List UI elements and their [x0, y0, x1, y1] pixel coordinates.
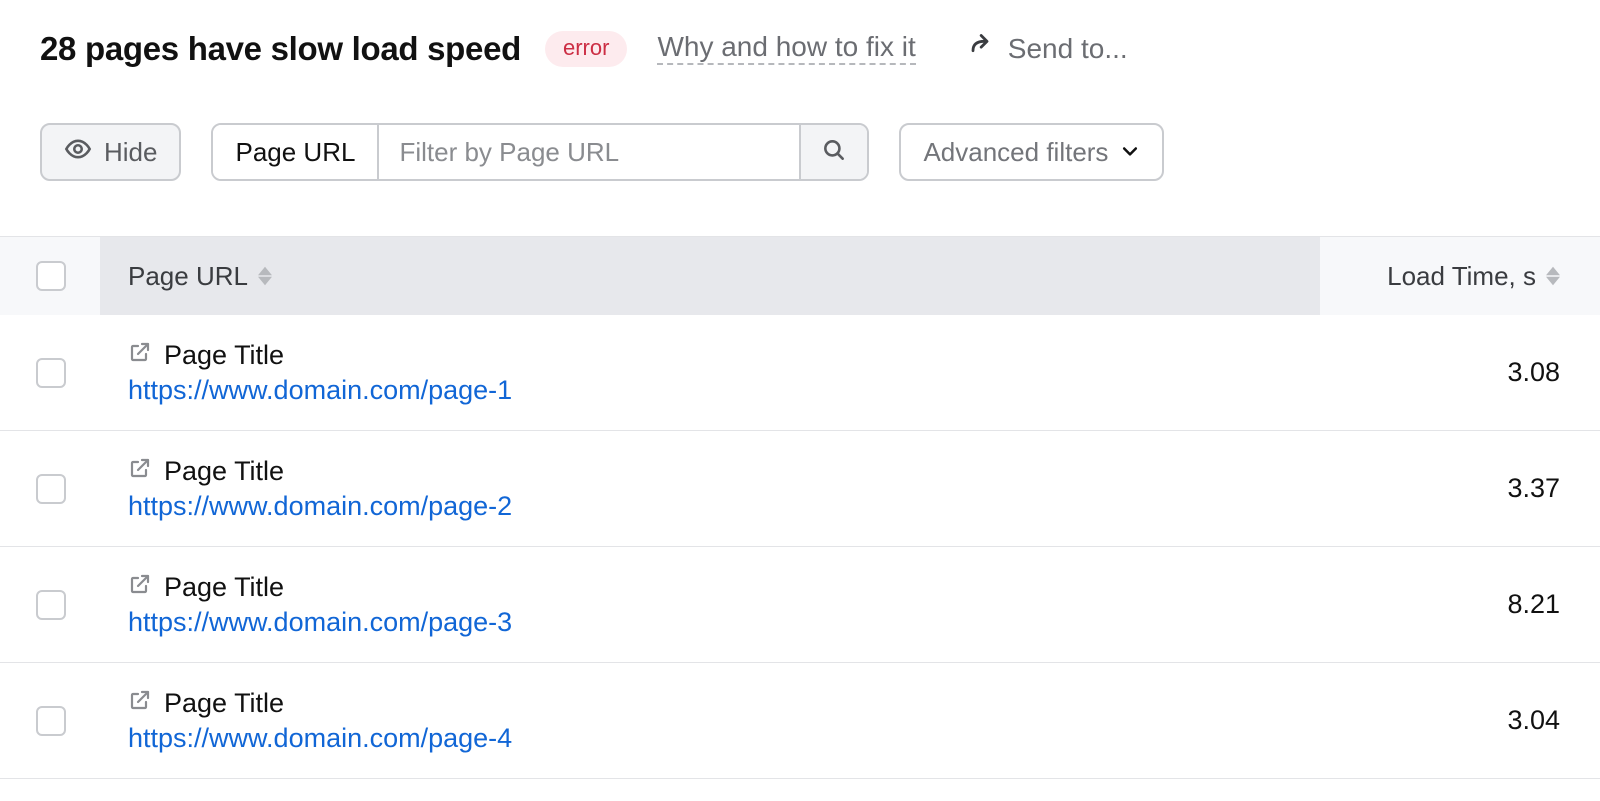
table-row: Page Title https://www.domain.com/page-38… [0, 547, 1600, 663]
results-table: Page URL Load Time, s Page Title https://… [0, 236, 1600, 779]
row-load-time: 3.37 [1320, 431, 1600, 546]
table-row: Page Title https://www.domain.com/page-43… [0, 663, 1600, 779]
external-link-icon[interactable] [128, 572, 152, 603]
advanced-filters-button[interactable]: Advanced filters [899, 123, 1164, 181]
row-load-time: 3.04 [1320, 663, 1600, 778]
external-link-icon[interactable] [128, 340, 152, 371]
eye-icon [64, 135, 92, 170]
url-filter-search-button[interactable] [799, 125, 867, 179]
column-header-url[interactable]: Page URL [100, 237, 1320, 315]
sort-icon [258, 266, 272, 286]
table-row: Page Title https://www.domain.com/page-23… [0, 431, 1600, 547]
table-row: Page Title https://www.domain.com/page-13… [0, 315, 1600, 431]
page-title: 28 pages have slow load speed [40, 30, 521, 68]
row-page-title: Page Title [164, 340, 284, 371]
column-header-url-label: Page URL [128, 261, 248, 292]
share-arrow-icon [966, 32, 994, 67]
chevron-down-icon [1120, 137, 1140, 168]
row-checkbox[interactable] [36, 590, 66, 620]
hide-button[interactable]: Hide [40, 123, 181, 181]
external-link-icon[interactable] [128, 688, 152, 719]
select-all-checkbox[interactable] [36, 261, 66, 291]
row-load-time: 8.21 [1320, 547, 1600, 662]
row-page-title: Page Title [164, 688, 284, 719]
row-page-url[interactable]: https://www.domain.com/page-2 [128, 491, 1320, 522]
row-checkbox[interactable] [36, 706, 66, 736]
help-link[interactable]: Why and how to fix it [657, 33, 915, 65]
row-checkbox[interactable] [36, 474, 66, 504]
advanced-filters-label: Advanced filters [923, 137, 1108, 168]
search-icon [821, 137, 847, 168]
row-load-time: 3.08 [1320, 315, 1600, 430]
url-filter-input[interactable] [379, 125, 799, 179]
error-badge: error [545, 31, 627, 67]
external-link-icon[interactable] [128, 456, 152, 487]
sort-icon [1546, 266, 1560, 286]
table-header: Page URL Load Time, s [0, 237, 1600, 315]
url-filter-group: Page URL [211, 123, 869, 181]
row-page-url[interactable]: https://www.domain.com/page-1 [128, 375, 1320, 406]
row-checkbox[interactable] [36, 358, 66, 388]
row-page-url[interactable]: https://www.domain.com/page-3 [128, 607, 1320, 638]
column-header-load-label: Load Time, s [1387, 261, 1536, 292]
send-to-button[interactable]: Send to... [966, 32, 1128, 67]
hide-label: Hide [104, 137, 157, 168]
column-header-load-time[interactable]: Load Time, s [1320, 237, 1600, 315]
row-page-title: Page Title [164, 572, 284, 603]
row-page-title: Page Title [164, 456, 284, 487]
row-page-url[interactable]: https://www.domain.com/page-4 [128, 723, 1320, 754]
send-to-label: Send to... [1008, 33, 1128, 65]
url-filter-field-select[interactable]: Page URL [213, 125, 379, 179]
